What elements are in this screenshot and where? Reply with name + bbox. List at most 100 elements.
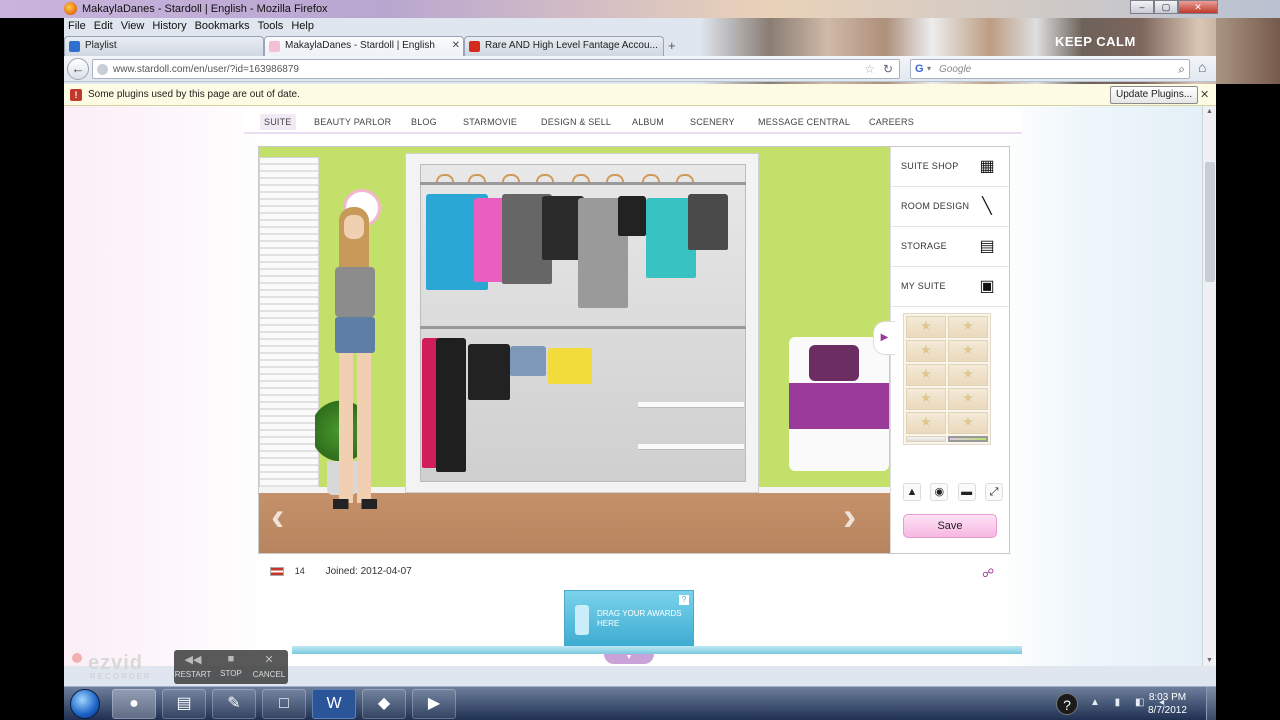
media-player-taskbar-icon[interactable]: ▶ [412,689,456,719]
menu-edit[interactable]: Edit [90,18,117,34]
garment-denim-shorts[interactable] [510,346,546,376]
reload-icon[interactable]: ↻ [883,62,893,76]
wardrobe-closet[interactable] [405,153,759,493]
star-slot-icon[interactable]: ★ [906,388,946,410]
star-slot-icon[interactable]: ★ [906,316,946,338]
menu-bookmarks[interactable]: Bookmarks [191,18,254,34]
google-icon[interactable]: G [915,63,924,75]
suite-shop-item[interactable]: SUITE SHOP ▦ [891,147,1009,187]
chevron-down-icon[interactable]: ▼ [604,654,654,664]
room-thumbnail-selected[interactable] [948,436,988,442]
scrollbar-thumb[interactable] [1205,162,1215,282]
nav-message-central[interactable]: MESSAGE CENTRAL [758,117,850,127]
chevron-down-icon[interactable]: ▾ [927,64,931,73]
room-thumbnail[interactable] [906,436,946,442]
garment-dark-tee[interactable] [688,194,728,250]
star-slot-icon[interactable]: ★ [948,340,988,362]
stardoll-icon [269,41,280,52]
my-suite-item[interactable]: MY SUITE ▣ [891,267,1009,307]
nav-design-sell[interactable]: DESIGN & SELL [541,117,611,127]
restart-label: RESTART [174,670,212,679]
nav-album[interactable]: ALBUM [632,117,664,127]
garment-black-skirt[interactable] [468,344,510,400]
close-tab-icon[interactable]: ✕ [452,40,460,51]
star-slot-icon[interactable]: ★ [906,364,946,386]
star-slot-icon[interactable]: ★ [948,412,988,434]
stop-button[interactable]: ■ STOP [212,650,250,684]
doll-avatar[interactable] [325,207,385,517]
minimize-button[interactable]: – [1130,0,1154,14]
garment-black-cami[interactable] [618,196,646,236]
help-tray-icon[interactable]: ? [1056,693,1078,715]
share-icon[interactable]: ☍ [982,566,994,580]
persona-text: KEEP CALM [1055,34,1136,49]
star-slot-icon[interactable]: ★ [906,412,946,434]
star-slot-icon[interactable]: ★ [948,364,988,386]
star-slot-icon[interactable]: ★ [948,316,988,338]
fullscreen-icon[interactable]: ⤢ [984,483,1003,501]
start-button[interactable] [70,689,100,719]
garment-yellow-shorts[interactable] [548,348,592,384]
scroll-up-icon[interactable]: ▲ [1206,108,1213,115]
room-design-item[interactable]: ROOM DESIGN ╲ [891,187,1009,227]
notification-message: Some plugins used by this page are out o… [88,89,300,100]
nav-beauty-parlor[interactable]: BEAUTY PARLOR [314,117,391,127]
cancel-button[interactable]: ✕ CANCEL [250,650,288,684]
star-slot-icon[interactable]: ★ [906,340,946,362]
close-button[interactable]: ✕ [1178,0,1218,14]
paint-taskbar-icon[interactable]: ✎ [212,689,256,719]
word-taskbar-icon[interactable]: W [312,689,356,719]
vertical-scrollbar[interactable]: ▲ ▼ [1202,106,1216,666]
document-taskbar-icon[interactable]: □ [262,689,306,719]
firefox-taskbar-icon[interactable]: ● [112,689,156,719]
show-desktop-button[interactable] [1206,687,1216,720]
search-icon[interactable]: ⌕ [1178,62,1185,77]
shoe-icon[interactable]: ▬ [957,483,976,501]
nav-blog[interactable]: BLOG [411,117,437,127]
menu-history[interactable]: History [148,18,190,34]
site-identity-icon[interactable] [97,64,108,75]
update-plugins-button[interactable]: Update Plugins... [1110,86,1199,104]
maximize-button[interactable]: ▢ [1154,0,1178,14]
tab-stardoll[interactable]: MakaylaDanes - Stardoll | English ✕ [264,36,464,56]
save-button[interactable]: Save [903,514,997,538]
help-icon[interactable]: ? [679,595,689,605]
new-tab-button[interactable]: + [668,38,676,53]
tab-playlist[interactable]: Playlist [64,36,264,56]
address-bar[interactable]: www.stardoll.com/en/user/?id=163986879 ☆… [92,59,900,79]
home-icon[interactable]: ⌂ [1198,59,1206,75]
nav-suite[interactable]: SUITE [260,114,296,130]
next-arrow-icon[interactable]: › [843,495,856,540]
scroll-down-icon[interactable]: ▼ [1206,657,1213,664]
room-scene[interactable]: ‹ › [259,147,890,553]
clock-date: 8/7/2012 [1148,705,1187,716]
nav-scenery[interactable]: SCENERY [690,117,735,127]
trash-icon[interactable]: ▲ [903,483,921,501]
bed[interactable] [789,331,890,471]
garment-black-pants[interactable] [436,338,466,472]
my-suite-label: MY SUITE [901,281,946,291]
awards-dropzone[interactable]: DRAG YOUR AWARDS HERE ? [564,590,694,652]
system-clock[interactable]: 8:03 PM 8/7/2012 [1148,691,1187,717]
menu-tools[interactable]: Tools [254,18,288,34]
camera-icon[interactable]: ◉ [930,483,949,501]
tab-youtube[interactable]: Rare AND High Level Fantage Accou... [464,36,664,56]
close-notification-icon[interactable]: ✕ [1200,88,1209,101]
restart-button[interactable]: ◀◀ RESTART [174,650,212,684]
nav-careers[interactable]: CAREERS [869,117,914,127]
menu-help[interactable]: Help [287,18,318,34]
menu-view[interactable]: View [117,18,149,34]
nav-starmovie[interactable]: STARMOVIE [463,117,517,127]
star-slot-icon[interactable]: ★ [948,388,988,410]
search-bar[interactable]: G ▾ Google ⌕ [910,59,1190,79]
menu-file[interactable]: File [64,18,90,34]
expand-panel-icon[interactable]: ▶ [873,321,895,355]
storage-item[interactable]: STORAGE ▤ [891,227,1009,267]
bookmark-star-icon[interactable]: ☆ [864,62,875,76]
joined-date: Joined: 2012-04-07 [325,566,412,577]
explorer-taskbar-icon[interactable]: ▤ [162,689,206,719]
back-button[interactable]: ← [67,58,89,80]
previous-arrow-icon[interactable]: ‹ [271,495,284,540]
sims-taskbar-icon[interactable]: ◆ [362,689,406,719]
window-titlebar: MakaylaDanes - Stardoll | English - Mozi… [0,0,1280,18]
